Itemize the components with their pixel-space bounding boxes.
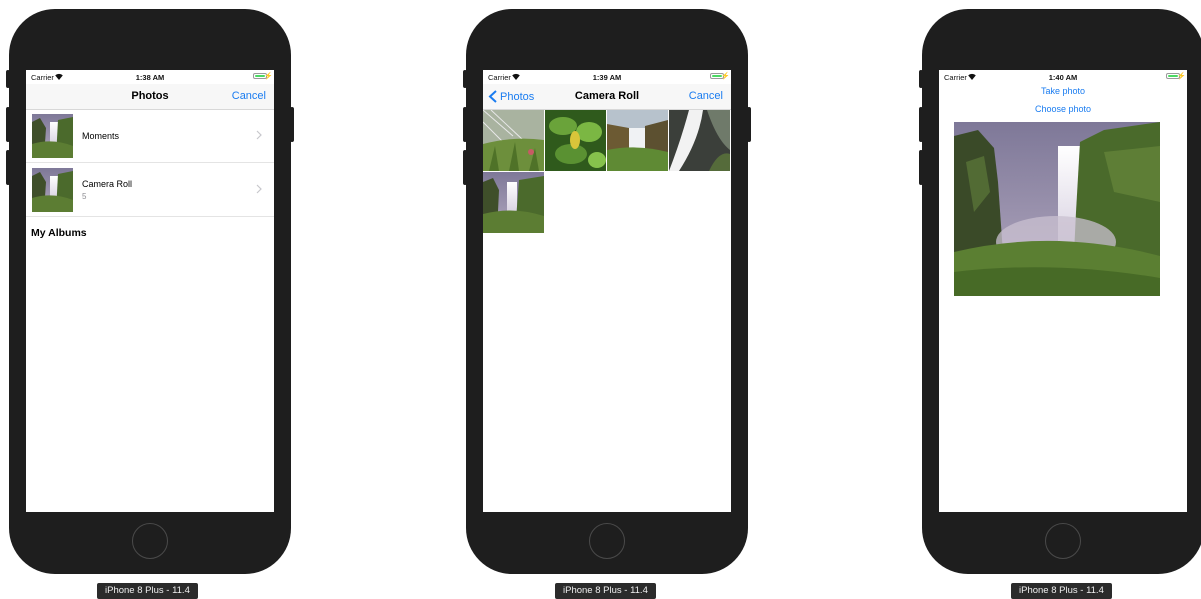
photo-cell[interactable]: [607, 110, 668, 171]
navigation-bar: Photos Camera Roll Cancel: [483, 84, 731, 110]
phone-frame-3: Carrier 1:40 AM ⚡ Take photo Choose phot…: [919, 9, 1201, 574]
phone-frame-1: Carrier 1:38 AM ⚡ Photos Cancel Moments: [6, 9, 294, 574]
chevron-right-icon: [256, 184, 262, 194]
take-photo-button[interactable]: Take photo: [939, 86, 1187, 96]
screen-photos: Carrier 1:38 AM ⚡ Photos Cancel Moments: [26, 70, 274, 512]
phone-frame-2: Carrier 1:39 AM ⚡ Photos Camera Roll Can…: [463, 9, 751, 574]
cancel-button[interactable]: Cancel: [232, 90, 266, 102]
photo-cell[interactable]: [669, 110, 730, 171]
photo-cell[interactable]: [483, 110, 544, 171]
album-count: 5: [82, 192, 87, 201]
cancel-button[interactable]: Cancel: [689, 90, 723, 102]
chevron-right-icon: [256, 130, 262, 140]
album-row-moments[interactable]: Moments: [26, 110, 274, 163]
screen-camera-roll: Carrier 1:39 AM ⚡ Photos Camera Roll Can…: [483, 70, 731, 512]
album-row-camera-roll[interactable]: Camera Roll 5: [26, 164, 274, 217]
home-button[interactable]: [589, 523, 625, 559]
selected-photo: [954, 122, 1160, 296]
charging-icon: ⚡: [264, 73, 273, 80]
status-bar: Carrier 1:39 AM ⚡: [483, 70, 731, 84]
album-title: Moments: [82, 131, 120, 141]
screen-photo-picker: Carrier 1:40 AM ⚡ Take photo Choose phot…: [939, 70, 1187, 512]
choose-photo-button[interactable]: Choose photo: [939, 104, 1187, 114]
album-thumbnail: [32, 168, 73, 212]
charging-icon: ⚡: [1177, 73, 1186, 80]
home-button[interactable]: [1045, 523, 1081, 559]
device-label: iPhone 8 Plus - 11.4: [97, 583, 198, 599]
photo-cell[interactable]: [483, 172, 544, 233]
device-label: iPhone 8 Plus - 11.4: [1011, 583, 1112, 599]
status-bar: Carrier 1:40 AM ⚡: [939, 70, 1187, 84]
home-button[interactable]: [132, 523, 168, 559]
photo-cell[interactable]: [545, 110, 606, 171]
album-title: Camera Roll: [82, 179, 133, 189]
charging-icon: ⚡: [721, 73, 730, 80]
status-time: 1:38 AM: [135, 73, 165, 82]
status-time: 1:40 AM: [1048, 73, 1078, 82]
album-thumbnail: [32, 114, 73, 158]
status-time: 1:39 AM: [592, 73, 622, 82]
device-label: iPhone 8 Plus - 11.4: [555, 583, 656, 599]
section-header-my-albums: My Albums: [31, 227, 87, 239]
navigation-bar: Photos Cancel: [26, 84, 274, 110]
status-bar: Carrier 1:38 AM ⚡: [26, 70, 274, 84]
